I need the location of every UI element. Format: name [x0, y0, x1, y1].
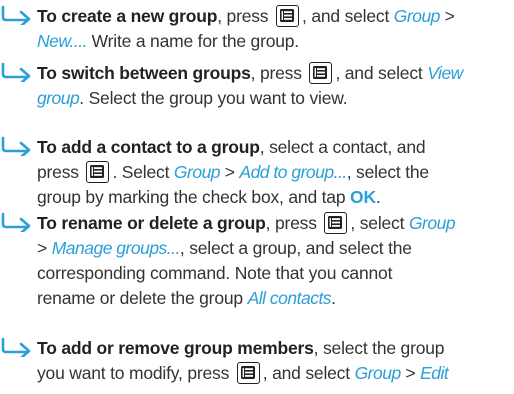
- menu-command: Group: [173, 162, 221, 182]
- instruction-heading: To rename or delete a group: [37, 213, 266, 233]
- instruction-text: press: [37, 162, 84, 182]
- instruction-line: To create a new group, press , and selec…: [0, 4, 512, 29]
- instruction-text: , and select: [335, 63, 428, 83]
- menu-command: Edit: [420, 363, 449, 383]
- menu-command: New....: [37, 31, 88, 51]
- instruction-heading: To add a contact to a group: [37, 137, 260, 157]
- menu-command: Manage groups...: [51, 238, 181, 258]
- instruction-text: , press: [265, 213, 322, 233]
- instruction-text: Write a name for the group.: [87, 31, 300, 51]
- instruction-line: To rename or delete a group, press , sel…: [0, 211, 512, 236]
- instruction-text: , press: [217, 6, 274, 26]
- instruction-line: To switch between groups, press , and se…: [0, 61, 512, 86]
- instruction-line: > Manage groups..., select a group, and …: [0, 236, 512, 261]
- button-name: OK: [350, 187, 376, 207]
- right-arrow-icon: [0, 62, 34, 82]
- instruction-text: rename or delete the group: [37, 288, 248, 308]
- menu-key-icon: [86, 161, 110, 183]
- instruction-text: , press: [250, 63, 307, 83]
- instruction-item: To create a new group, press , and selec…: [0, 4, 512, 54]
- instruction-line: To add or remove group members, select t…: [0, 336, 512, 361]
- instruction-text: , and select: [262, 363, 355, 383]
- instruction-line: To add a contact to a group, select a co…: [0, 135, 512, 160]
- instruction-text: . Select: [112, 162, 174, 182]
- instruction-line: group by marking the check box, and tap …: [0, 185, 512, 210]
- instruction-text: you want to modify, press: [37, 363, 234, 383]
- instruction-text: , select: [350, 213, 409, 233]
- instruction-line: you want to modify, press , and select G…: [0, 361, 512, 386]
- instruction-item: To rename or delete a group, press , sel…: [0, 211, 512, 311]
- instruction-text: , select a group, and select the: [179, 238, 412, 258]
- menu-command: Group: [408, 213, 456, 233]
- menu-command: Add to group...: [239, 162, 347, 182]
- instruction-text: , and select: [302, 6, 394, 26]
- right-arrow-icon: [0, 337, 34, 357]
- instruction-text: . Select the group you want to view.: [79, 88, 348, 108]
- menu-command: group: [37, 88, 80, 108]
- menu-key-icon: [309, 62, 333, 84]
- instruction-item: To add a contact to a group, select a co…: [0, 135, 512, 210]
- right-arrow-icon: [0, 136, 34, 156]
- instruction-text: >: [37, 238, 52, 258]
- instruction-line: New.... Write a name for the group.: [0, 29, 512, 54]
- instruction-text: , select the group: [313, 338, 445, 358]
- instruction-line: corresponding command. Note that you can…: [0, 261, 512, 286]
- menu-command: Group: [354, 363, 402, 383]
- instruction-heading: To add or remove group members: [37, 338, 314, 358]
- instruction-heading: To switch between groups: [37, 63, 251, 83]
- instruction-text: >: [439, 6, 455, 26]
- instruction-text: , select the: [346, 162, 429, 182]
- instruction-text: corresponding command. Note that you can…: [37, 263, 393, 283]
- instruction-text: >: [400, 363, 421, 383]
- instruction-item: To add or remove group members, select t…: [0, 336, 512, 386]
- menu-command: View: [427, 63, 463, 83]
- instruction-text: group by marking the check box, and tap: [37, 187, 351, 207]
- instruction-text: .: [331, 288, 336, 308]
- menu-command: Group: [393, 6, 441, 26]
- instruction-heading: To create a new group: [37, 6, 218, 26]
- menu-key-icon: [236, 362, 260, 384]
- instruction-line: group. Select the group you want to view…: [0, 86, 512, 111]
- instruction-text: , select a contact, and: [259, 137, 426, 157]
- instruction-text: >: [220, 162, 240, 182]
- menu-key-icon: [324, 212, 348, 234]
- instruction-text: .: [375, 187, 381, 207]
- menu-command: All contacts: [247, 288, 332, 308]
- instruction-line: rename or delete the group All contacts.: [0, 286, 512, 311]
- instruction-item: To switch between groups, press , and se…: [0, 61, 512, 111]
- instruction-line: press . Select Group > Add to group..., …: [0, 160, 512, 185]
- right-arrow-icon: [0, 5, 34, 25]
- right-arrow-icon: [0, 212, 34, 232]
- menu-key-icon: [276, 5, 300, 27]
